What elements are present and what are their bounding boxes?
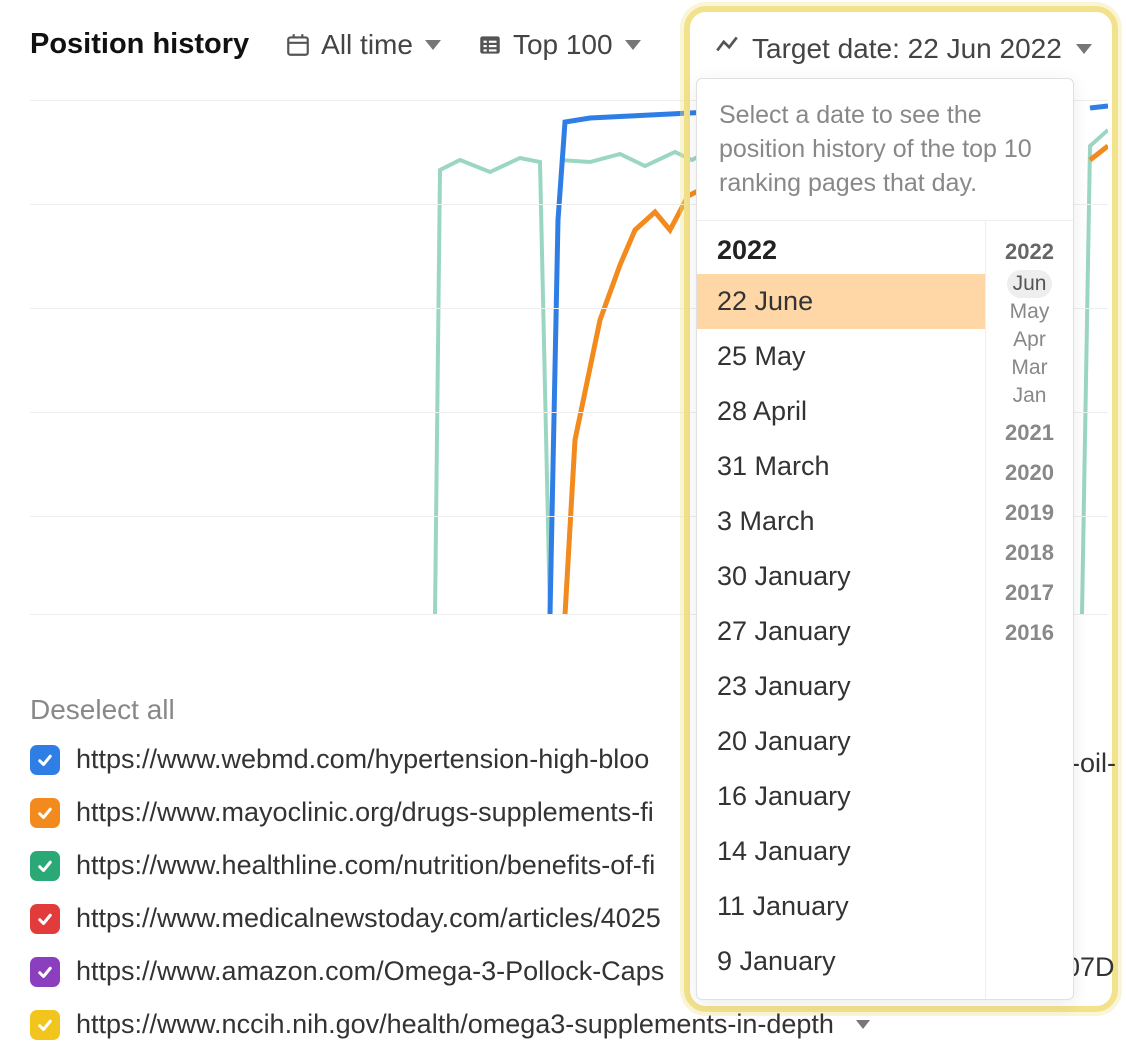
date-option[interactable]: 7 January xyxy=(697,989,985,1000)
chevron-down-icon xyxy=(1076,44,1092,54)
year-sidebar-current[interactable]: 2022 xyxy=(992,233,1067,269)
page-title: Position history xyxy=(30,28,249,61)
calendar-icon xyxy=(285,32,311,58)
legend-url[interactable]: https://www.healthline.com/nutrition/ben… xyxy=(76,850,655,881)
date-option[interactable]: 20 January xyxy=(697,714,985,769)
year-sidebar-year[interactable]: 2021 xyxy=(992,410,1067,450)
date-option[interactable]: 30 January xyxy=(697,549,985,604)
date-list-year-header: 2022 xyxy=(697,221,985,274)
year-sidebar-month[interactable]: Jun xyxy=(1007,270,1053,298)
date-option[interactable]: 11 January xyxy=(697,879,985,934)
date-list: 2022 22 June25 May28 April31 March3 Marc… xyxy=(697,221,985,1000)
legend-checkbox[interactable] xyxy=(30,1010,60,1040)
legend-url[interactable]: https://www.webmd.com/hypertension-high-… xyxy=(76,744,649,775)
dropdown-hint: Select a date to see the position histor… xyxy=(697,79,1073,221)
legend-checkbox[interactable] xyxy=(30,798,60,828)
date-option[interactable]: 23 January xyxy=(697,659,985,714)
date-option[interactable]: 27 January xyxy=(697,604,985,659)
year-sidebar-year[interactable]: 2017 xyxy=(992,570,1067,610)
year-sidebar-year[interactable]: 2018 xyxy=(992,530,1067,570)
year-sidebar-year[interactable]: 2020 xyxy=(992,450,1067,490)
target-date-dropdown: Select a date to see the position histor… xyxy=(696,78,1074,1000)
year-sidebar-year[interactable]: 2019 xyxy=(992,490,1067,530)
year-sidebar-month[interactable]: Apr xyxy=(992,326,1067,354)
date-option[interactable]: 14 January xyxy=(697,824,985,879)
legend-checkbox[interactable] xyxy=(30,851,60,881)
date-option[interactable]: 16 January xyxy=(697,769,985,824)
year-sidebar: 2022 JunMayAprMarJan 2021202020192018201… xyxy=(985,221,1073,1000)
legend-url[interactable]: https://www.medicalnewstoday.com/article… xyxy=(76,903,661,934)
year-sidebar-year[interactable]: 2016 xyxy=(992,610,1067,650)
year-sidebar-month[interactable]: Jan xyxy=(992,382,1067,410)
legend-checkbox[interactable] xyxy=(30,957,60,987)
year-sidebar-month[interactable]: Mar xyxy=(992,354,1067,382)
date-option[interactable]: 31 March xyxy=(697,439,985,494)
time-filter-button[interactable]: All time xyxy=(285,29,441,61)
target-date-label: Target date: 22 Jun 2022 xyxy=(752,33,1062,65)
chevron-down-icon xyxy=(425,40,441,50)
legend-url[interactable]: https://www.amazon.com/Omega-3-Pollock-C… xyxy=(76,956,664,987)
top-filter-button[interactable]: Top 100 xyxy=(477,29,641,61)
chevron-down-icon xyxy=(625,40,641,50)
top-filter-label: Top 100 xyxy=(513,29,613,61)
year-sidebar-month[interactable]: May xyxy=(992,298,1067,326)
line-chart-icon xyxy=(714,32,740,65)
legend-row: https://www.nccih.nih.gov/health/omega3-… xyxy=(30,1009,1108,1040)
legend-url[interactable]: https://www.mayoclinic.org/drugs-supplem… xyxy=(76,797,654,828)
time-filter-label: All time xyxy=(321,29,413,61)
legend-checkbox[interactable] xyxy=(30,745,60,775)
date-option[interactable]: 28 April xyxy=(697,384,985,439)
date-option[interactable]: 22 June xyxy=(697,274,985,329)
date-option[interactable]: 25 May xyxy=(697,329,985,384)
list-icon xyxy=(477,32,503,58)
date-option[interactable]: 3 March xyxy=(697,494,985,549)
chevron-down-icon[interactable] xyxy=(856,1020,870,1029)
date-option[interactable]: 9 January xyxy=(697,934,985,989)
legend-url[interactable]: https://www.nccih.nih.gov/health/omega3-… xyxy=(76,1009,834,1040)
target-date-button[interactable]: Target date: 22 Jun 2022 xyxy=(714,32,1092,65)
legend-checkbox[interactable] xyxy=(30,904,60,934)
